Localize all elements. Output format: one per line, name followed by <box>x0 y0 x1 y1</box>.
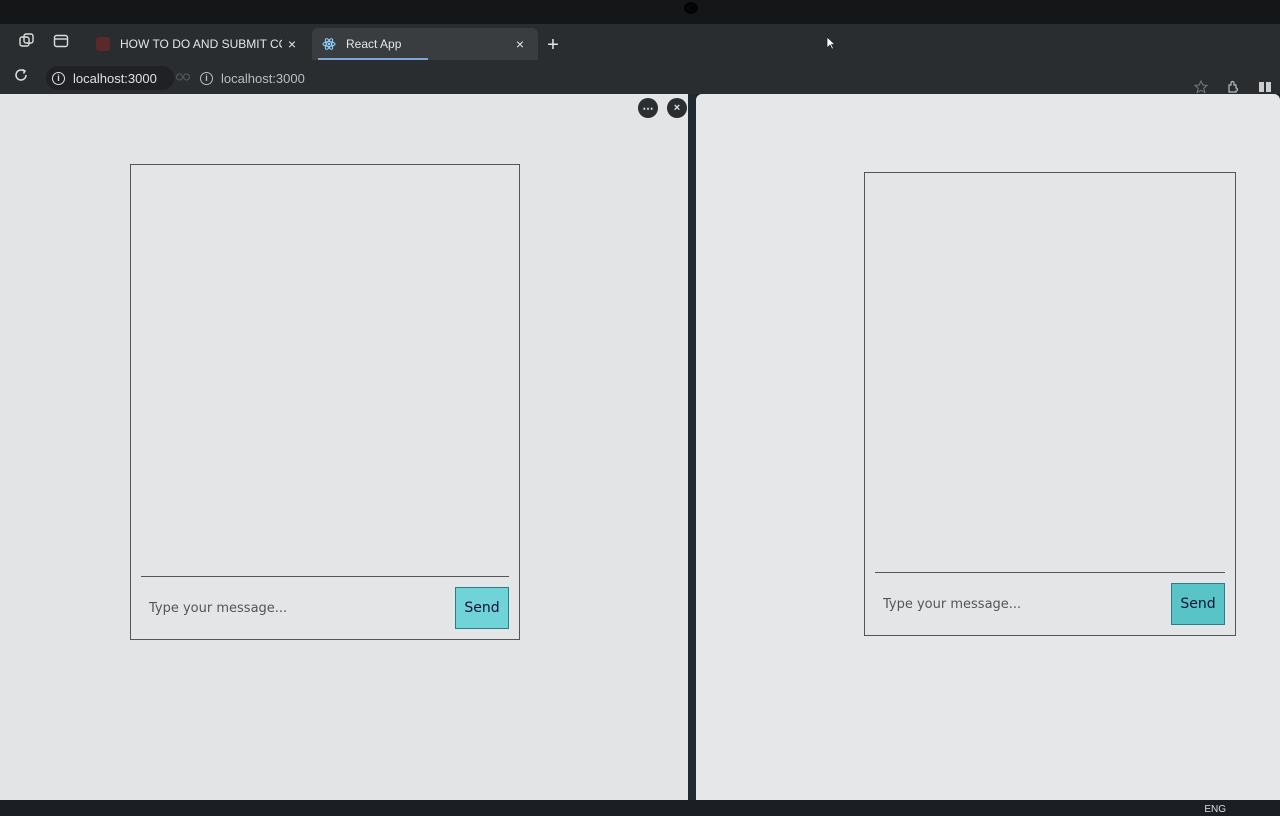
send-button[interactable]: Send <box>455 587 509 629</box>
pane-close-button[interactable]: × <box>667 98 687 118</box>
os-taskbar: ENG <box>0 800 1280 816</box>
site-info-icon[interactable]: i <box>52 71 65 85</box>
message-input-row: Send <box>141 576 509 631</box>
site-info-icon[interactable]: i <box>200 71 213 85</box>
language-indicator[interactable]: ENG <box>1204 804 1226 815</box>
mouse-pointer-icon <box>826 36 837 55</box>
tab-react-app[interactable]: React App × <box>312 28 538 60</box>
url-text: localhost:3000 <box>73 70 157 86</box>
webcam <box>684 2 698 14</box>
message-list <box>131 165 519 573</box>
tab-bar: HOW TO DO AND SUBMIT CODT × React App × … <box>0 24 1280 62</box>
chat-window-left: Send <box>130 164 520 640</box>
youtube-favicon-icon <box>96 37 110 51</box>
address-bar: i localhost:3000 i localhost:3000 <box>0 62 1280 94</box>
message-input[interactable] <box>881 591 1175 617</box>
new-tab-button[interactable]: + <box>542 34 564 56</box>
tab-title: HOW TO DO AND SUBMIT CODT <box>120 37 282 51</box>
message-input[interactable] <box>147 595 441 621</box>
link-split-icon[interactable] <box>175 72 191 85</box>
chat-window-right: Send <box>864 172 1236 636</box>
message-list <box>865 173 1235 569</box>
url-field-left[interactable]: i localhost:3000 <box>46 66 174 90</box>
tab-actions-icon[interactable] <box>52 32 70 50</box>
url-text: localhost:3000 <box>221 70 305 86</box>
send-button[interactable]: Send <box>1171 583 1225 625</box>
screen-bezel <box>0 0 1280 24</box>
react-favicon-icon <box>322 37 336 51</box>
url-field-right[interactable]: i localhost:3000 <box>200 66 305 90</box>
refresh-icon[interactable] <box>12 66 30 84</box>
close-tab-icon[interactable]: × <box>282 34 302 54</box>
tab-title: React App <box>346 37 402 51</box>
close-tab-icon[interactable]: × <box>510 34 530 54</box>
workspaces-icon[interactable] <box>18 32 36 50</box>
split-divider[interactable] <box>688 94 696 800</box>
message-input-row: Send <box>875 572 1225 627</box>
tab-how-to-submit[interactable]: HOW TO DO AND SUBMIT CODT × <box>86 28 310 60</box>
pane-menu-button[interactable]: ⋯ <box>638 98 658 118</box>
